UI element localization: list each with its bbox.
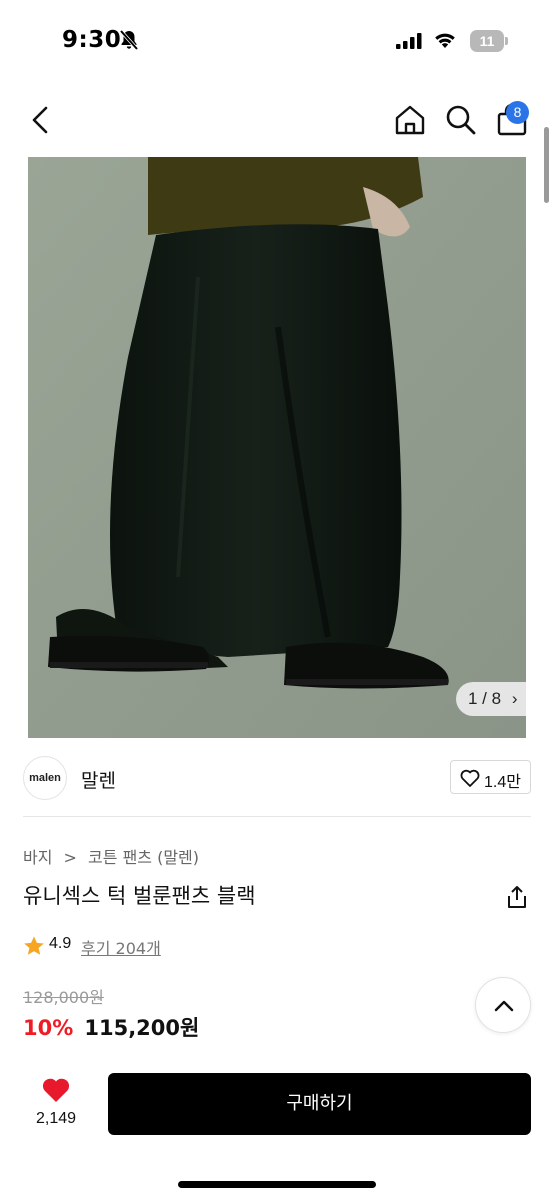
battery-tip bbox=[505, 37, 508, 45]
share-icon[interactable] bbox=[504, 884, 530, 910]
chevron-right-icon: › bbox=[511, 689, 518, 708]
scrollbar[interactable] bbox=[544, 127, 549, 203]
brand-row: malen 말렌 1.4만 bbox=[0, 756, 554, 802]
image-counter[interactable]: 1 / 8 › bbox=[456, 682, 526, 716]
original-price: 128,000원 bbox=[23, 988, 104, 1007]
top-nav-bar bbox=[0, 90, 554, 154]
image-counter-text: 1 / 8 bbox=[468, 689, 502, 708]
product-photo bbox=[28, 157, 526, 738]
scroll-to-top-button[interactable] bbox=[475, 977, 531, 1033]
home-icon[interactable] bbox=[392, 102, 428, 138]
brand-like-button[interactable]: 1.4만 bbox=[450, 760, 531, 794]
breadcrumb-item-subcategory[interactable]: 코튼 팬츠 (말렌) bbox=[88, 844, 199, 868]
signal-icon bbox=[396, 33, 422, 53]
breadcrumb-item-category[interactable]: 바지 bbox=[23, 844, 52, 868]
battery-level: 11 bbox=[470, 30, 504, 52]
brand-logo[interactable]: malen bbox=[23, 756, 67, 800]
breadcrumb: 바지 > 코튼 팬츠 (말렌) bbox=[23, 844, 199, 868]
rating-value: 4.9 bbox=[49, 935, 72, 952]
battery-icon: 11 bbox=[470, 30, 508, 52]
bell-slash-icon bbox=[118, 29, 140, 55]
bottom-action-bar: 2,149 구매하기 bbox=[0, 1058, 554, 1200]
sale-price: 115,200원 bbox=[84, 1016, 200, 1040]
product-image-gallery[interactable]: 1 / 8 › bbox=[28, 157, 526, 738]
buy-button[interactable]: 구매하기 bbox=[108, 1073, 531, 1135]
search-icon[interactable] bbox=[443, 102, 479, 138]
cart-count-badge: 8 bbox=[506, 101, 529, 124]
brand-like-count: 1.4만 bbox=[484, 774, 521, 791]
home-indicator bbox=[178, 1181, 376, 1188]
wishlist-button[interactable]: 2,149 bbox=[20, 1072, 92, 1144]
wishlist-count: 2,149 bbox=[35, 1110, 77, 1127]
sale-price-row: 10% 115,200원 bbox=[23, 1012, 199, 1042]
discount-rate: 10% bbox=[23, 1016, 74, 1040]
heart-outline-icon bbox=[460, 769, 480, 787]
back-arrow-icon[interactable] bbox=[24, 102, 60, 138]
heart-filled-icon bbox=[42, 1078, 70, 1102]
divider bbox=[23, 816, 531, 817]
brand-name[interactable]: 말렌 bbox=[81, 766, 116, 793]
breadcrumb-separator: > bbox=[63, 848, 77, 867]
product-title: 유니섹스 턱 벌룬팬츠 블랙 bbox=[23, 884, 256, 908]
status-time: 9:30 bbox=[62, 27, 122, 53]
chevron-up-icon bbox=[494, 1000, 514, 1012]
status-bar: 9:30 11 bbox=[0, 0, 554, 84]
star-icon bbox=[23, 935, 45, 961]
review-count-link[interactable]: 후기 204개 bbox=[81, 935, 161, 959]
wifi-icon bbox=[433, 31, 457, 53]
